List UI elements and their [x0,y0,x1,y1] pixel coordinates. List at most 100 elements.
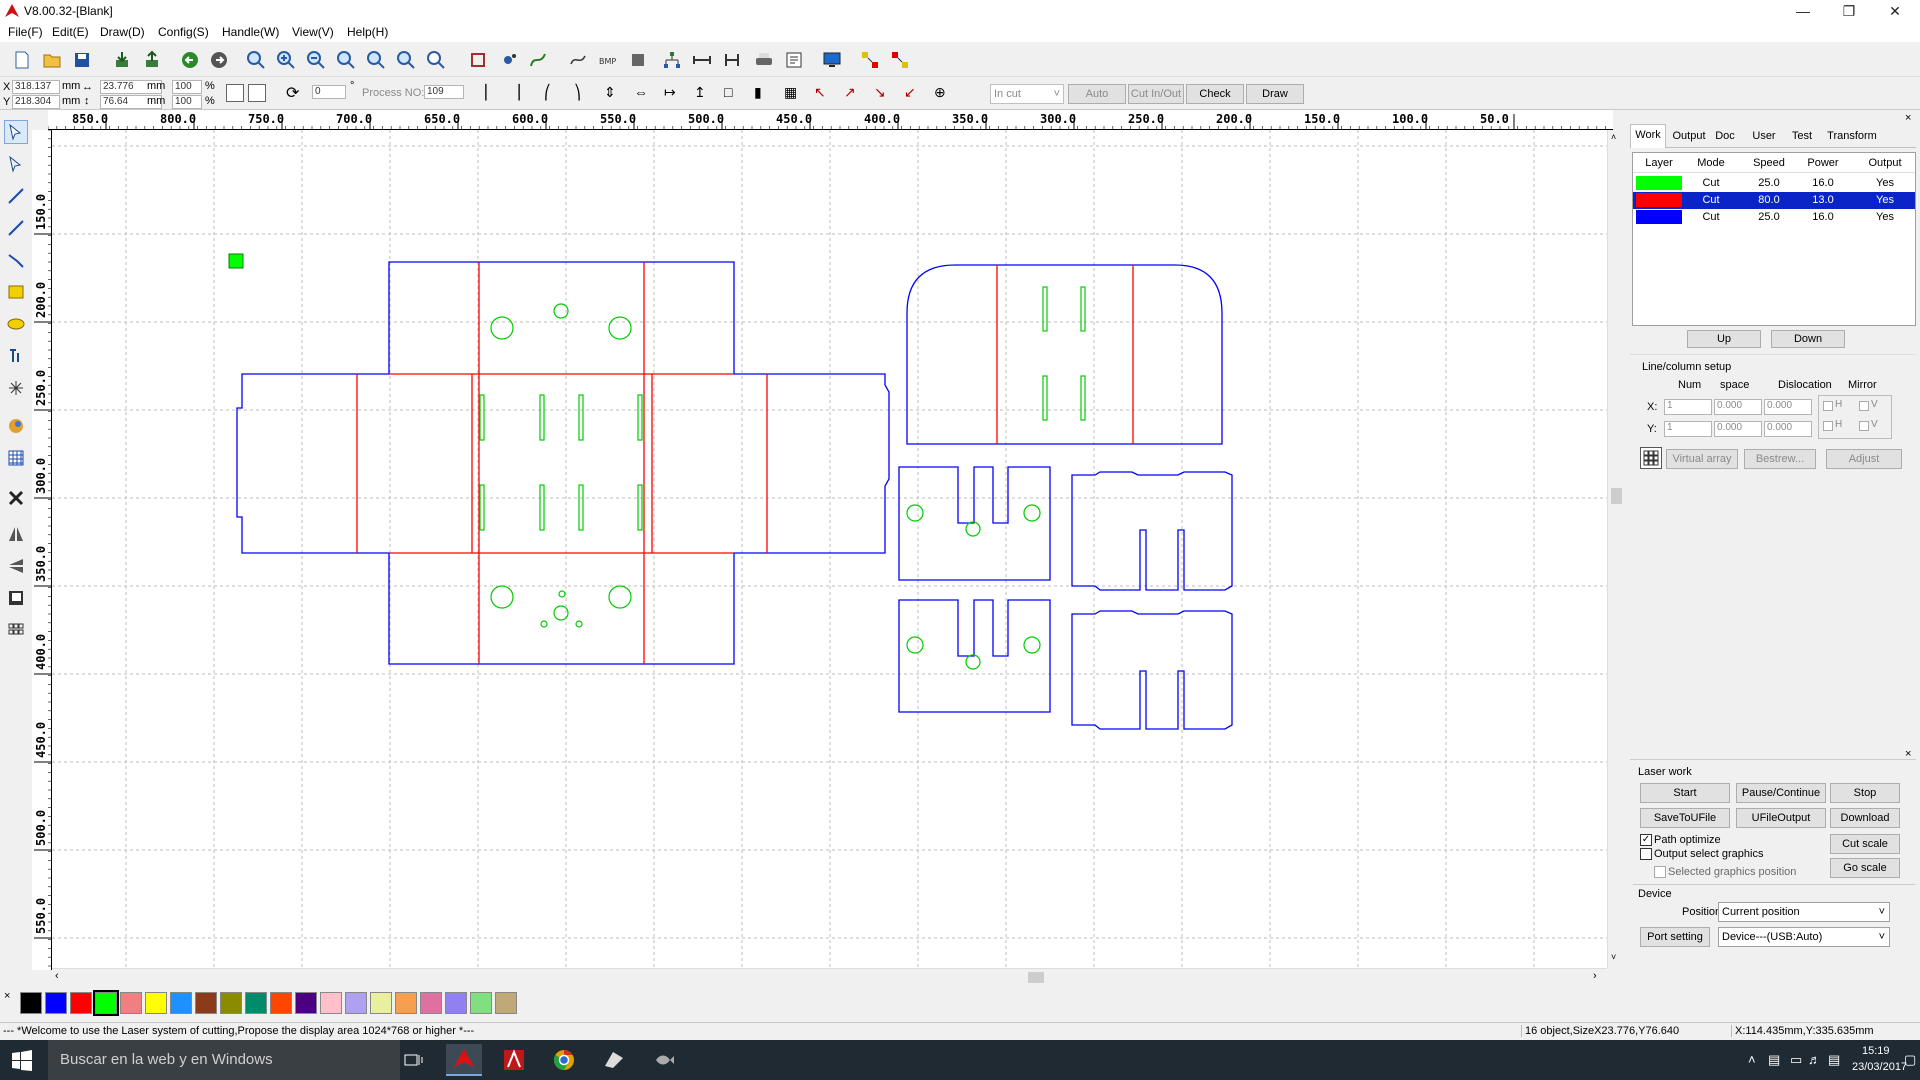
task-view-button[interactable] [396,1044,432,1076]
same-width-icon[interactable]: ↦ [664,84,686,104]
palette-swatch[interactable] [420,992,442,1014]
palette-swatch[interactable] [270,992,292,1014]
scroll-up-icon[interactable]: ˄ [1611,132,1616,142]
image-tool[interactable] [4,414,28,438]
adjust-button[interactable]: Adjust [1826,449,1902,469]
scroll-down-icon[interactable]: ˅ [1611,952,1616,962]
center-anchor-icon[interactable] [248,84,266,102]
path-order-button[interactable] [888,48,912,72]
close-button[interactable]: ✕ [1872,0,1918,22]
same-size-icon[interactable]: □ [724,84,746,104]
drawing-canvas[interactable] [52,130,1607,968]
horizontal-scrollbar[interactable]: ‹ › [52,968,1607,985]
pause-continue-button[interactable]: Pause/Continue [1736,783,1826,803]
menu-config[interactable]: Config(S) [158,25,209,39]
redo-button[interactable] [207,48,231,72]
align-bottom-icon[interactable]: ⎞ [574,84,596,104]
go-scale-button[interactable]: Go scale [1830,858,1900,878]
curve-button[interactable] [566,48,590,72]
rectangle-tool[interactable] [4,280,28,304]
minimize-button[interactable]: — [1780,0,1826,22]
check-button[interactable]: Check [1186,84,1244,104]
layer-row-selected[interactable]: Cut 80.0 13.0 Yes [1633,192,1915,209]
curve-tool[interactable] [4,248,28,272]
palette-swatch[interactable] [395,992,417,1014]
scroll-right-icon[interactable]: › [1593,970,1597,982]
autocad-taskbar-button[interactable] [496,1044,532,1076]
x-position-field[interactable]: 318.137 [12,80,60,94]
x-mirror-v-checkbox[interactable] [1859,401,1869,411]
cut-mode-select[interactable]: In cut ˅ [990,84,1064,104]
arrow-bottom-left-icon[interactable]: ↙ [904,84,926,104]
align-left-icon[interactable]: ⎜ [484,84,506,104]
rotate-field[interactable]: 0 [312,85,346,99]
y-mirror-h-checkbox[interactable] [1823,421,1833,431]
tab-user[interactable]: User [1748,126,1780,146]
ufile-output-button[interactable]: UFileOutput [1736,808,1826,828]
device-select[interactable]: Device---(USB:Auto) ˅ [1718,927,1890,947]
palette-close-icon[interactable]: × [4,990,10,1002]
volume-icon[interactable]: ♬ [1808,1052,1821,1067]
palette-swatch[interactable] [445,992,467,1014]
palette-swatch[interactable] [345,992,367,1014]
layer-row[interactable]: Cut 25.0 16.0 Yes [1633,175,1915,192]
power-icon[interactable]: ▭ [1790,1052,1802,1068]
stop-button[interactable]: Stop [1830,783,1900,803]
node-tool[interactable] [4,152,28,176]
optimize-button[interactable] [858,48,882,72]
network-icon[interactable]: ▤ [1768,1052,1780,1068]
y-mirror-v-checkbox[interactable] [1859,421,1869,431]
mirror-v-tool[interactable] [4,554,28,578]
scale-y-field[interactable]: 100 [172,95,202,109]
x-dislocation-field[interactable]: 0.000 [1764,399,1812,415]
start-button[interactable]: Start [1640,783,1730,803]
palette-swatch[interactable] [320,992,342,1014]
dot-tool[interactable] [4,376,28,400]
palette-swatch[interactable] [170,992,192,1014]
palette-swatch[interactable] [45,992,67,1014]
fish-app-taskbar-button[interactable] [646,1044,682,1076]
height-lock-icon[interactable]: ↕ [84,95,90,107]
taskbar-search-box[interactable]: Buscar en la web y en Windows [48,1040,400,1080]
new-file-button[interactable] [10,48,34,72]
scale-x-field[interactable]: 100 [172,80,202,94]
path-optimize-checkbox[interactable]: ✓ [1640,834,1652,846]
x-num-field[interactable]: 1 [1664,399,1712,415]
menu-draw[interactable]: Draw(D) [100,25,145,39]
cut-in-out-button[interactable]: Cut In/Out [1128,84,1184,104]
arrow-top-left-icon[interactable]: ↖ [814,84,836,104]
palette-swatch[interactable] [120,992,142,1014]
palette-swatch[interactable] [295,992,317,1014]
delete-tool[interactable] [4,486,28,510]
undo-button[interactable] [178,48,202,72]
layer-down-button[interactable]: Down [1771,330,1845,348]
zoom-fit-button[interactable] [394,48,418,72]
position-select[interactable]: Current position ˅ [1718,902,1890,922]
array-tool[interactable] [4,618,28,642]
ellipse-tool[interactable] [4,312,28,336]
horizontal-scroll-thumb[interactable] [1028,972,1044,983]
draw-button[interactable]: Draw [1246,84,1304,104]
align-center-v-icon[interactable]: ⇔ [634,84,656,104]
download-button[interactable]: Download [1830,808,1900,828]
palette-swatch[interactable] [470,992,492,1014]
layer-tree-button[interactable] [660,48,684,72]
menu-view[interactable]: View(V) [292,25,334,39]
align-right-icon[interactable]: ⎟ [514,84,536,104]
palette-swatch[interactable] [220,992,242,1014]
tab-doc[interactable]: Doc [1710,126,1740,146]
text-tool[interactable] [4,344,28,368]
menu-file[interactable]: File(F) [8,25,43,39]
y-space-field[interactable]: 0.000 [1714,421,1762,437]
frame-tool[interactable] [4,586,28,610]
restore-button[interactable]: ❐ [1826,0,1872,22]
open-file-button[interactable] [40,48,64,72]
distribute-h-icon[interactable]: ▮ [754,84,776,104]
virtual-array-button[interactable]: Virtual array [1666,449,1738,469]
select-tool[interactable] [4,120,28,144]
tab-output[interactable]: Output [1668,126,1710,146]
polyline-tool[interactable] [4,216,28,240]
zoom-all-button[interactable] [424,48,448,72]
laser-app-taskbar-button[interactable] [446,1044,482,1076]
tray-up-arrow-icon[interactable]: ˄ [1748,1052,1756,1067]
